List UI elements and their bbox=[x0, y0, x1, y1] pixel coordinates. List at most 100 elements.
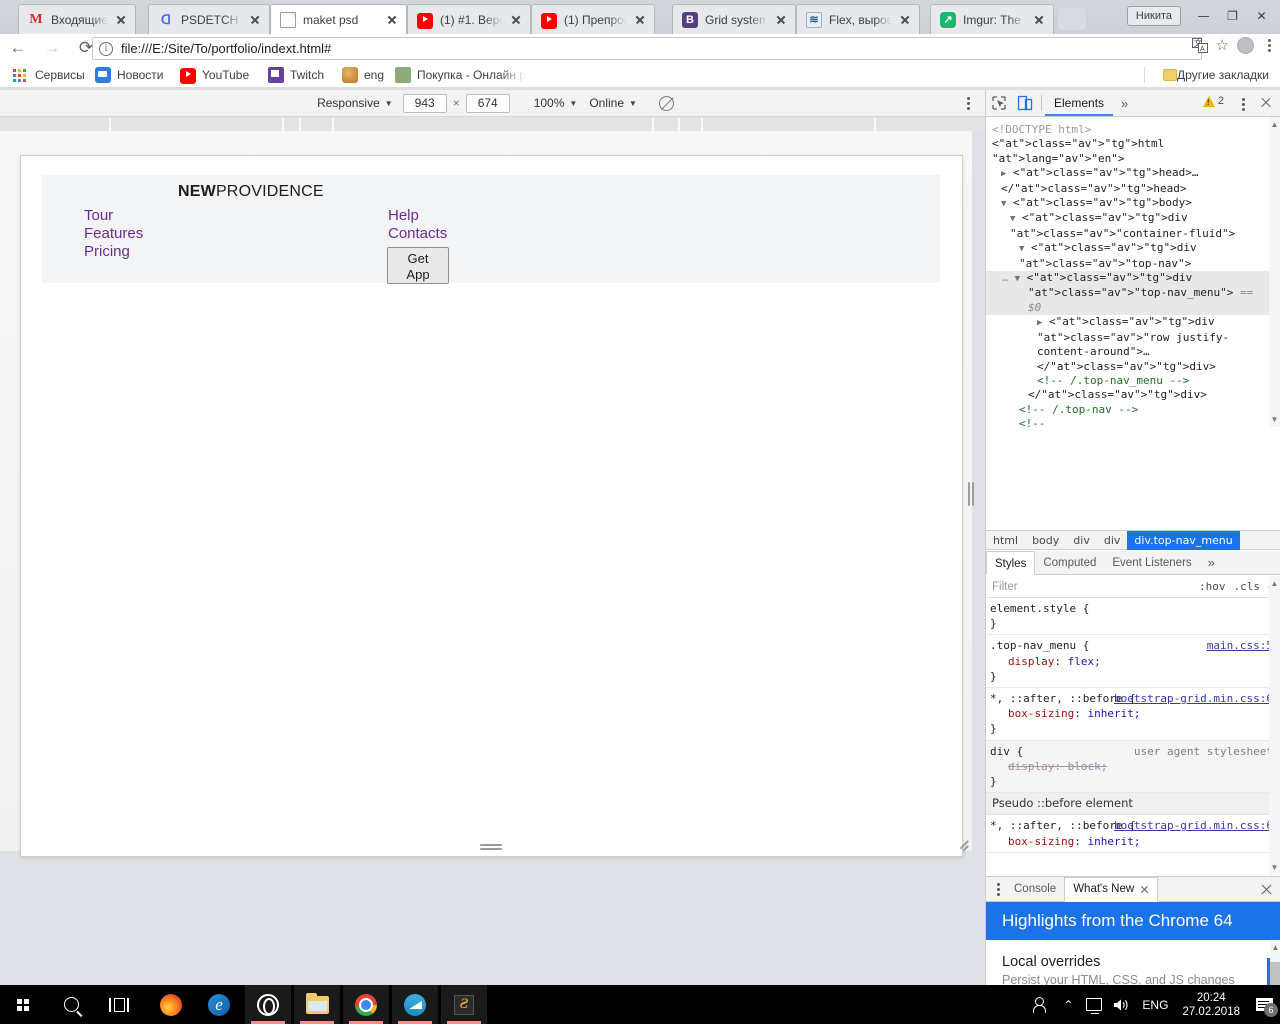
devtools-more-icon[interactable] bbox=[1236, 96, 1250, 113]
css-rule-origin[interactable]: main.css:5 bbox=[1207, 638, 1273, 653]
media-query-segment-6[interactable] bbox=[680, 118, 701, 131]
dom-node-7[interactable]: ▶ <"at">class="av">"tg">div "at">class="… bbox=[986, 315, 1280, 374]
tab-close-icon[interactable] bbox=[632, 12, 648, 28]
styles-tab-event-listeners[interactable]: Event Listeners bbox=[1104, 551, 1199, 574]
back-button[interactable]: ← bbox=[8, 38, 28, 58]
other-bookmarks-button[interactable]: Другие закладки bbox=[1158, 65, 1274, 85]
drawer-more-icon[interactable] bbox=[990, 881, 1006, 898]
bookmark-item-5[interactable]: Покупка - Онлайн р bbox=[390, 65, 531, 85]
dom-node-11[interactable]: <!-- bbox=[986, 417, 1280, 427]
scroll-up-icon[interactable]: ▲ bbox=[1270, 942, 1280, 953]
styles-rules-pane[interactable]: element.style {}main.css:5.top-nav_menu … bbox=[986, 598, 1280, 875]
media-query-segment-0[interactable] bbox=[0, 118, 109, 131]
people-icon[interactable] bbox=[1028, 985, 1056, 1024]
profile-avatar-icon[interactable] bbox=[1237, 37, 1254, 54]
dom-node-10[interactable]: <!-- /.top-nav --> bbox=[986, 403, 1280, 417]
search-button[interactable] bbox=[48, 985, 94, 1024]
bookmark-item-3[interactable]: Twitch bbox=[263, 65, 329, 85]
zoom-selector[interactable]: 100% ▼ bbox=[528, 93, 584, 113]
viewport-corner-resize-handle[interactable] bbox=[955, 837, 969, 851]
dom-node-4[interactable]: ▼ <"at">class="av">"tg">div "at">class="… bbox=[986, 211, 1280, 241]
dom-tree-scrollbar[interactable]: ▲ ▼ bbox=[1269, 117, 1280, 427]
dom-node-2[interactable]: ▶ <"at">class="av">"tg">head>…</"at">cla… bbox=[986, 166, 1280, 196]
browser-tab-7[interactable]: ↗Imgur: The m bbox=[930, 4, 1054, 34]
firefox-button[interactable] bbox=[148, 985, 194, 1024]
browser-tab-0[interactable]: MВходящие (1 bbox=[18, 4, 136, 34]
edge-button[interactable]: e bbox=[196, 985, 242, 1024]
media-query-segment-4[interactable] bbox=[334, 118, 652, 131]
close-window-button[interactable]: ✕ bbox=[1247, 3, 1276, 29]
css-rule-3[interactable]: user agent stylesheetdiv {display: block… bbox=[986, 741, 1280, 794]
styles-more-tabs-icon[interactable]: » bbox=[1200, 555, 1223, 570]
css-rule-1[interactable]: main.css:5.top-nav_menu {display: flex;} bbox=[986, 635, 1280, 688]
nav-link-pricing[interactable]: Pricing bbox=[84, 243, 143, 261]
show-hidden-icons-chevron[interactable]: ⌃ bbox=[1056, 985, 1080, 1024]
cls-toggle[interactable]: .cls bbox=[1233, 580, 1260, 593]
styles-filter-input[interactable]: Filter bbox=[986, 581, 1018, 593]
dom-node-5[interactable]: ▼ <"at">class="av">"tg">div "at">class="… bbox=[986, 241, 1280, 271]
bookmark-item-2[interactable]: YouTube bbox=[175, 65, 254, 85]
language-indicator[interactable]: ENG bbox=[1136, 998, 1174, 1012]
tab-close-icon[interactable] bbox=[113, 12, 129, 28]
task-view-button[interactable] bbox=[96, 985, 142, 1024]
bookmark-star-icon[interactable]: ☆ bbox=[1216, 38, 1229, 54]
page-info-icon[interactable]: i bbox=[99, 42, 113, 56]
media-query-segment-8[interactable] bbox=[876, 118, 985, 131]
breadcrumb-item-4[interactable]: div.top-nav_menu bbox=[1127, 531, 1239, 550]
inspect-element-icon[interactable] bbox=[986, 90, 1012, 116]
media-query-segment-5[interactable] bbox=[654, 118, 678, 131]
more-panels-icon[interactable]: » bbox=[1113, 96, 1136, 111]
css-declaration-0[interactable]: box-sizing: inherit; bbox=[990, 834, 1273, 849]
start-button[interactable] bbox=[0, 985, 46, 1024]
browser-tab-1[interactable]: ᗡPSDETCH | PS bbox=[148, 4, 270, 34]
chrome-menu-icon[interactable] bbox=[1262, 37, 1276, 54]
notifications-button[interactable]: 6 bbox=[1248, 985, 1280, 1024]
dom-tree[interactable]: <!DOCTYPE html><"at">class="av">"tg">htm… bbox=[986, 117, 1280, 427]
breadcrumb-item-3[interactable]: div bbox=[1097, 531, 1128, 550]
volume-icon[interactable] bbox=[1108, 985, 1136, 1024]
browser-tab-5[interactable]: BGrid system - bbox=[672, 4, 796, 34]
clock[interactable]: 20:24 27.02.2018 bbox=[1174, 991, 1248, 1019]
address-bar[interactable]: i file:///E:/Site/To/portfolio/indext.ht… bbox=[92, 37, 1202, 60]
browser-tab-3[interactable]: (1) #1. Верстк bbox=[407, 4, 531, 34]
browser-tab-4[interactable]: (1) Препроце bbox=[531, 4, 655, 34]
css-rule-origin[interactable]: bootstrap-grid.min.css:6 bbox=[1114, 818, 1273, 833]
media-query-segment-7[interactable] bbox=[703, 118, 874, 131]
network-icon[interactable] bbox=[1080, 985, 1108, 1024]
tab-close-icon[interactable] bbox=[384, 12, 400, 28]
warning-counter[interactable]: 2 bbox=[1203, 95, 1224, 107]
tab-elements[interactable]: Elements bbox=[1045, 90, 1113, 116]
scroll-up-icon[interactable]: ▲ bbox=[1269, 119, 1280, 130]
no-throttling-icon[interactable] bbox=[659, 96, 674, 111]
telegram-button[interactable] bbox=[392, 985, 438, 1024]
profile-name-chip[interactable]: Никита bbox=[1127, 6, 1181, 26]
css-rule-0[interactable]: element.style {} bbox=[986, 598, 1280, 635]
styles-pane-scrollbar[interactable]: ▲ ▼ bbox=[1269, 576, 1280, 875]
breadcrumb-item-1[interactable]: body bbox=[1025, 531, 1066, 550]
viewport-height-input[interactable]: 674 bbox=[466, 94, 510, 113]
translate-icon[interactable]: 文 A bbox=[1192, 38, 1208, 53]
get-app-button[interactable]: Get App bbox=[387, 247, 449, 284]
scroll-up-icon[interactable]: ▲ bbox=[1269, 578, 1280, 589]
tab-close-icon[interactable] bbox=[508, 12, 524, 28]
dom-node-8[interactable]: <!-- /.top-nav_menu --> bbox=[986, 374, 1280, 388]
device-selector[interactable]: Responsive ▼ bbox=[311, 93, 399, 113]
css-rule-origin[interactable]: bootstrap-grid.min.css:6 bbox=[1114, 691, 1273, 706]
dom-node-6[interactable]: …▼ <"at">class="av">"tg">div "at">class=… bbox=[986, 271, 1280, 315]
toggle-device-toolbar-icon[interactable] bbox=[1012, 90, 1038, 116]
css-rule-2[interactable]: bootstrap-grid.min.css:6*, ::after, ::be… bbox=[986, 688, 1280, 741]
minimize-button[interactable]: — bbox=[1189, 3, 1218, 29]
styles-tab-computed[interactable]: Computed bbox=[1035, 551, 1104, 574]
scroll-down-icon[interactable]: ▼ bbox=[1269, 862, 1280, 873]
nav-link-tour[interactable]: Tour bbox=[84, 207, 143, 225]
tab-close-icon[interactable] bbox=[1031, 12, 1047, 28]
viewport-width-input[interactable]: 943 bbox=[403, 94, 447, 113]
network-throttling-selector[interactable]: Online ▼ bbox=[583, 93, 643, 113]
new-tab-button[interactable] bbox=[1058, 8, 1086, 30]
nav-link-contacts[interactable]: Contacts bbox=[388, 225, 447, 243]
devtools-close-icon[interactable] bbox=[1258, 95, 1274, 111]
bookmark-item-0[interactable]: Сервисы bbox=[8, 65, 90, 85]
opera-button[interactable] bbox=[245, 985, 291, 1024]
viewport-height-resize-handle[interactable] bbox=[480, 842, 502, 848]
nav-link-help[interactable]: Help bbox=[388, 207, 447, 225]
